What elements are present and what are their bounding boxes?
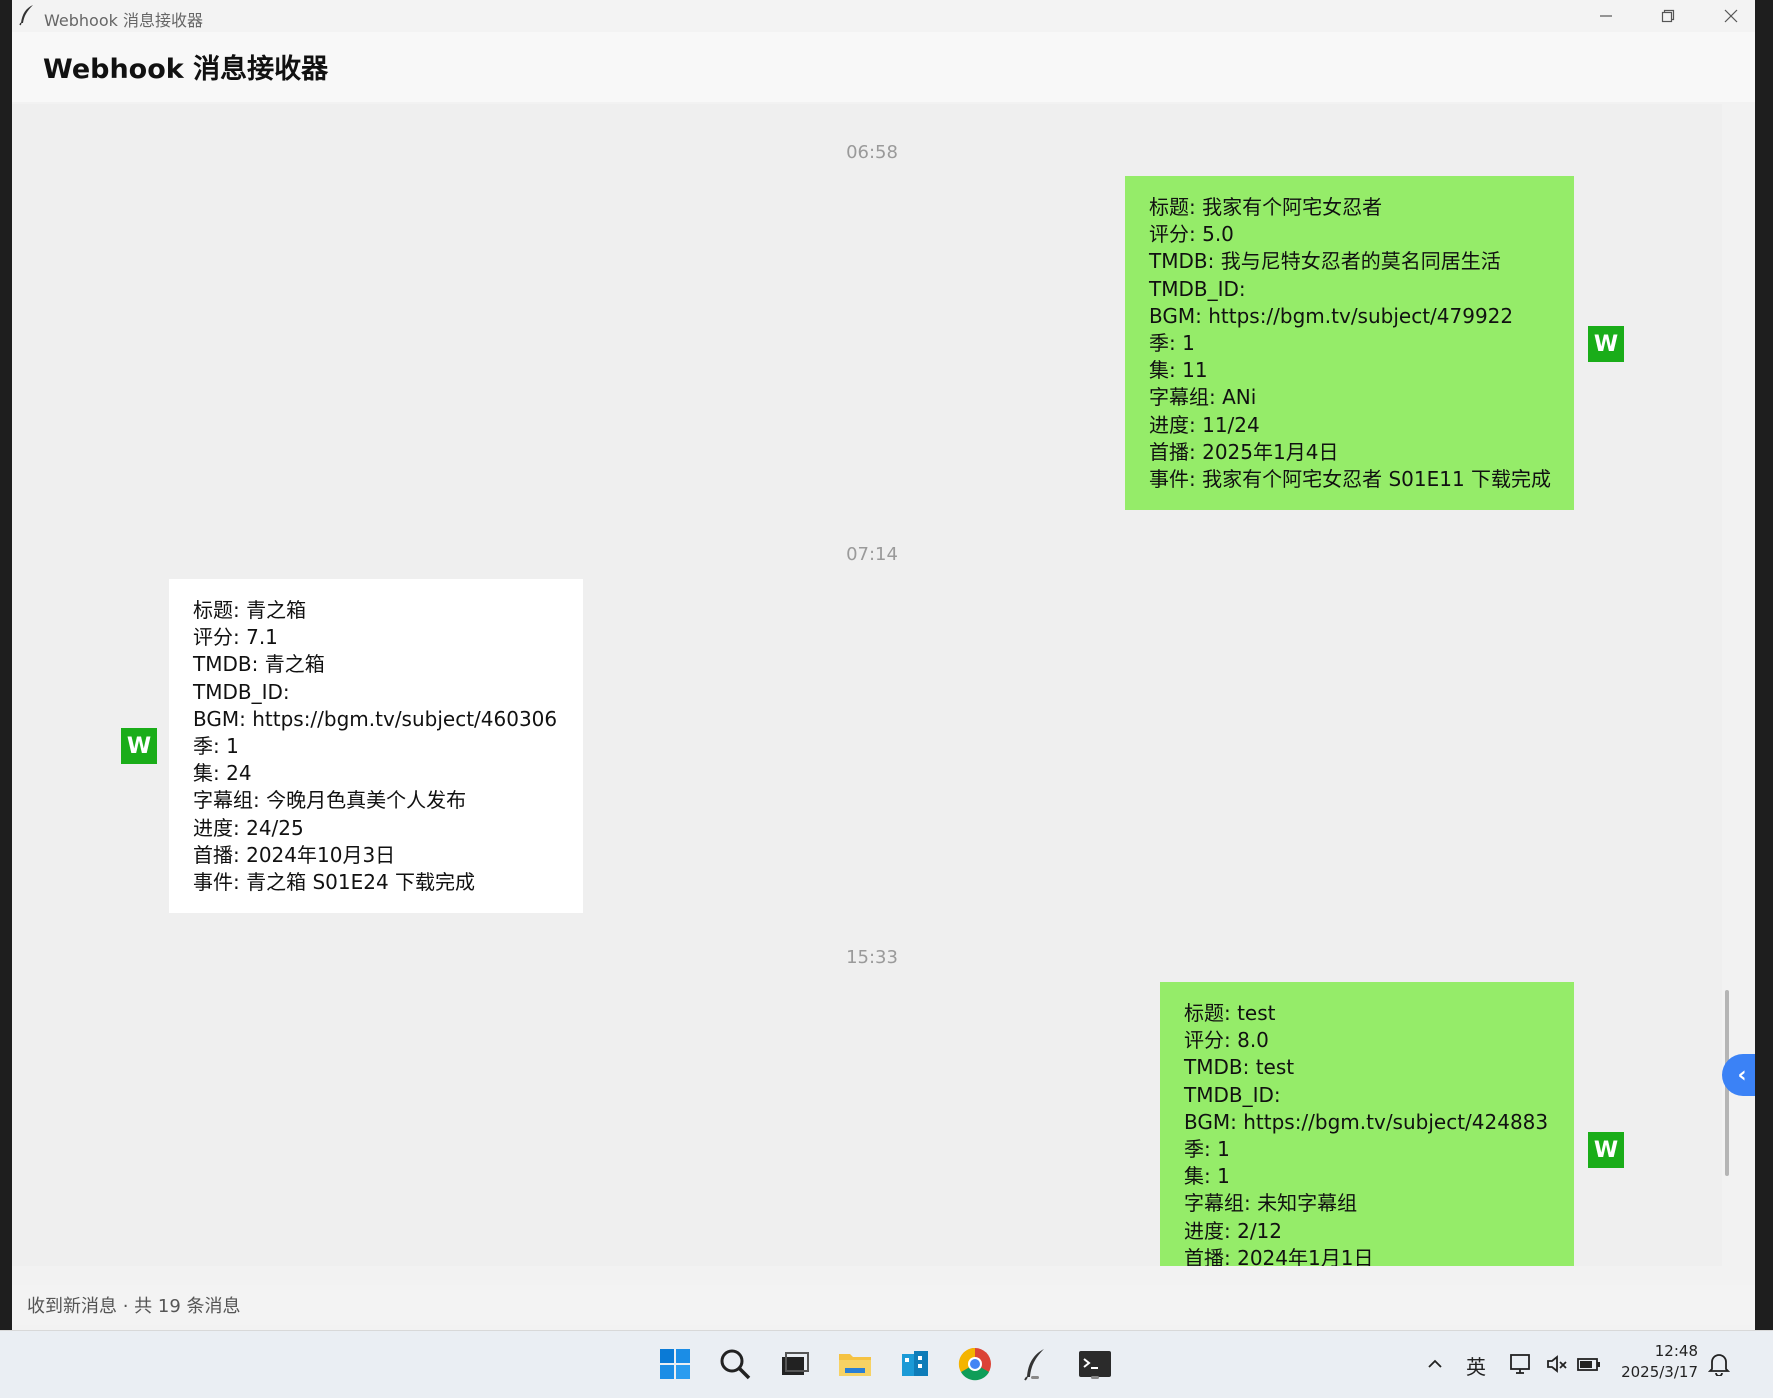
message-list[interactable]: 06:58 标题: 我家有个阿宅女忍者 评分: 5.0 TMDB: 我与尼特女忍… [12,104,1722,1266]
message-line: 季: 1 [1149,331,1195,356]
battery-icon[interactable] [1570,1345,1608,1383]
avatar[interactable]: W [1588,326,1624,362]
system-clock[interactable]: 12:48 2025/3/17 [1618,1341,1698,1383]
message-line: TMDB_ID: [1184,1082,1281,1107]
message-bubble-sent[interactable]: 标题: 我家有个阿宅女忍者 评分: 5.0 TMDB: 我与尼特女忍者的莫名同居… [1125,176,1574,510]
feather-app-icon[interactable] [1016,1345,1054,1383]
message-line: BGM: https://bgm.tv/subject/460306 [193,706,558,731]
message-line: TMDB: 我与尼特女忍者的莫名同居生活 [1149,249,1501,274]
feather-icon [18,4,36,26]
message-line: 集: 24 [193,761,252,786]
file-explorer-icon[interactable] [836,1345,874,1383]
message-line: 首播: 2025年1月4日 [1149,439,1339,464]
taskbar: 英 12:48 2025/3/17 [0,1330,1773,1398]
window-title: Webhook 消息接收器 [44,11,203,30]
avatar[interactable]: W [121,728,157,764]
message-line: 标题: 我家有个阿宅女忍者 [1149,195,1383,219]
message-timestamp: 06:58 [846,142,898,163]
app-header: Webhook 消息接收器 [12,32,1755,102]
message-line: 字幕组: 未知字幕组 [1184,1191,1358,1216]
windows-start-icon[interactable] [656,1345,694,1383]
message-line: 进度: 2/12 [1184,1218,1283,1243]
message-line: 字幕组: 今晚月色真美个人发布 [193,788,467,813]
message-line: 评分: 8.0 [1184,1028,1269,1053]
chevron-up-icon[interactable] [1416,1345,1454,1383]
task-view-icon[interactable] [776,1345,814,1383]
notification-bell-icon[interactable] [1700,1345,1738,1383]
message-line: 事件: 我家有个阿宅女忍者 S01E11 下载完成 [1149,467,1552,492]
message-line: 评分: 5.0 [1149,222,1234,247]
clock-date: 2025/3/17 [1621,1363,1698,1381]
minimize-button[interactable] [1576,0,1636,32]
message-line: 集: 11 [1149,358,1208,383]
terminal-icon[interactable] [1076,1345,1114,1383]
message-line: 进度: 11/24 [1149,412,1260,437]
status-bar: 收到新消息 · 共 19 条消息 [12,1285,1755,1325]
chrome-icon[interactable] [956,1345,994,1383]
restore-button[interactable] [1638,0,1698,32]
message-line: 季: 1 [1184,1137,1230,1162]
message-line: 标题: 青之箱 [193,598,307,622]
message-bubble-sent[interactable]: 标题: test 评分: 8.0 TMDB: test TMDB_ID: BGM… [1160,982,1574,1266]
title-bar: Webhook 消息接收器 [12,0,1755,32]
message-line: 评分: 7.1 [193,625,278,650]
message-line: TMDB: 青之箱 [193,652,325,677]
message-line: 季: 1 [193,734,239,759]
message-line: 首播: 2024年10月3日 [193,842,396,867]
message-line: 事件: 青之箱 S01E24 下载完成 [193,870,476,895]
message-line: 进度: 24/25 [193,815,304,840]
message-bubble-received[interactable]: 标题: 青之箱 评分: 7.1 TMDB: 青之箱 TMDB_ID: BGM: … [169,579,583,913]
message-line: 标题: test [1184,1001,1276,1025]
network-icon[interactable] [1502,1345,1540,1383]
search-icon[interactable] [716,1345,754,1383]
message-timestamp: 15:33 [846,947,898,968]
message-line: BGM: https://bgm.tv/subject/479922 [1149,303,1514,328]
active-indicator [1091,1376,1099,1379]
app-window: Webhook 消息接收器 Webhook 消息接收器 06:58 标题: 我家… [12,0,1755,1330]
close-button[interactable] [1701,0,1755,32]
active-indicator [1031,1376,1039,1379]
message-line: 首播: 2024年1月1日 [1184,1245,1374,1266]
message-timestamp: 07:14 [846,544,898,565]
message-line: 字幕组: ANi [1149,385,1257,410]
message-line: TMDB_ID: [1149,276,1246,301]
message-line: BGM: https://bgm.tv/subject/424883 [1184,1109,1549,1134]
message-line: TMDB_ID: [193,679,290,704]
message-line: TMDB: test [1184,1055,1295,1080]
message-line: 集: 1 [1184,1164,1230,1189]
status-text: 收到新消息 · 共 19 条消息 [27,1296,241,1317]
clock-time: 12:48 [1654,1342,1698,1360]
avatar[interactable]: W [1588,1132,1624,1168]
store-app-icon[interactable] [896,1345,934,1383]
ime-indicator[interactable]: 英 [1466,1351,1486,1380]
page-title: Webhook 消息接收器 [43,54,329,85]
